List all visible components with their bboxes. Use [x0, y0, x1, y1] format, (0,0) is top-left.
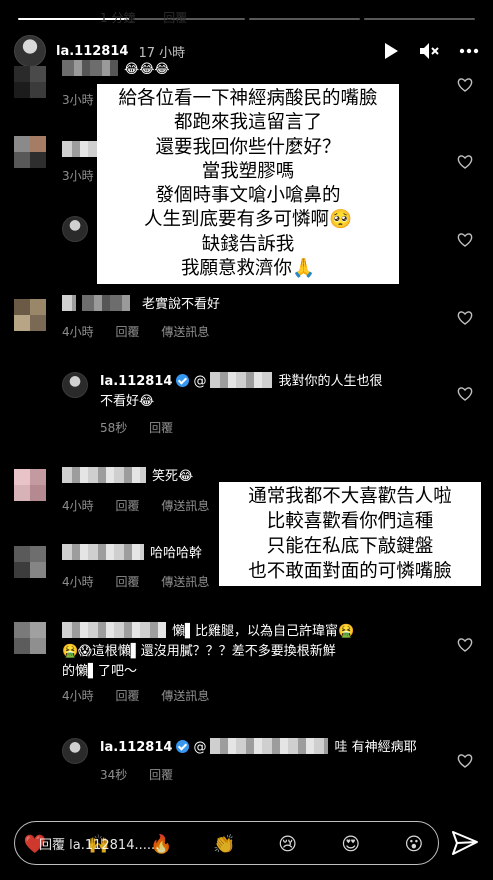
story-caption-box: 通常我都不大喜歡告人啦 比較喜歡看你們這種 只能在私底下敲鍵盤 也不敢面對面的可…: [219, 482, 481, 586]
reply-link[interactable]: 回覆: [115, 325, 139, 339]
send-icon[interactable]: [451, 830, 479, 856]
caption-line: 給各位看一下神經病酸民的嘴臉: [118, 88, 378, 109]
like-heart-icon[interactable]: [457, 638, 473, 652]
caption-line: 發個時事文嗆小嗆鼻的: [155, 185, 341, 207]
blurred-username[interactable]: [62, 622, 166, 638]
caption-line: 缺錢告訴我: [201, 233, 295, 255]
emoji-reaction[interactable]: 😍: [337, 830, 365, 858]
comment-text: 老實說不看好: [142, 297, 221, 312]
reply-link[interactable]: 回覆: [149, 421, 173, 435]
comment-item: 老實說不看好 4小時 回覆 傳送訊息: [14, 295, 479, 345]
like-heart-icon[interactable]: [457, 78, 473, 92]
reply-avatar[interactable]: [62, 372, 88, 398]
mention-tag[interactable]: @: [193, 374, 206, 389]
reply-placeholder: 回覆 la.112814......: [39, 838, 160, 853]
caption-line: 人生到底要有多可憐啊🥺: [143, 209, 353, 231]
header-controls: [383, 42, 479, 60]
progress-segment: [363, 18, 475, 20]
faded-reply: 回覆: [163, 11, 188, 25]
caption-line: 只能在私底下敲鍵盤: [266, 536, 434, 557]
blurred-avatar[interactable]: [14, 622, 46, 654]
blurred-mention[interactable]: [210, 738, 329, 754]
like-heart-icon[interactable]: [457, 233, 473, 247]
like-heart-icon[interactable]: [457, 155, 473, 169]
reply-text: 哇 有神經病耶: [334, 740, 417, 755]
reply-username[interactable]: la.112814: [100, 740, 172, 755]
reply-link[interactable]: 回覆: [149, 768, 173, 782]
send-message-link[interactable]: 傳送訊息: [161, 325, 209, 339]
comment-time: 4小時: [62, 689, 94, 703]
story-progress: [18, 18, 475, 20]
blurred-avatar[interactable]: [14, 546, 46, 578]
caption-line: 都跑來我這留言了: [173, 112, 322, 134]
send-message-link[interactable]: 傳送訊息: [161, 499, 209, 513]
blurred-username[interactable]: [82, 295, 130, 311]
like-heart-icon[interactable]: [457, 311, 473, 325]
like-heart-icon[interactable]: [457, 754, 473, 768]
caption-line: 比較喜歡看你們這種: [266, 511, 434, 532]
caption-line: 當我塑膠嗎: [201, 160, 295, 182]
blurred-username[interactable]: [62, 141, 102, 157]
mention-tag[interactable]: @: [193, 740, 206, 755]
emoji-reaction[interactable]: 👏: [210, 830, 238, 858]
reply-link[interactable]: 回覆: [115, 575, 139, 589]
faded-comment-meta: 1 分鐘 回覆: [100, 9, 211, 26]
blurred-username[interactable]: [62, 60, 118, 76]
comment-time: 34秒: [100, 768, 128, 782]
story-caption-box: 給各位看一下神經病酸民的嘴臉 都跑來我這留言了 還要我回你些什麼好？ 當我塑膠嗎…: [97, 84, 399, 285]
mute-icon[interactable]: [419, 42, 439, 60]
blurred-avatar[interactable]: [14, 66, 46, 98]
comment-time: 4小時: [62, 325, 94, 339]
caption-line: 也不敢面對面的可憐嘴臉: [248, 561, 452, 582]
emoji-reaction[interactable]: 😮: [400, 830, 428, 858]
reply-avatar[interactable]: [62, 738, 88, 764]
comment-time: 3小時: [62, 93, 94, 107]
comment-time: 3小時: [62, 169, 94, 183]
blurred-avatar[interactable]: [14, 299, 46, 331]
caption-line: 通常我都不大喜歡告人啦: [248, 486, 452, 507]
reply-text: 不看好😂: [100, 394, 155, 409]
blurred-mention[interactable]: [210, 372, 273, 388]
reply-item: la.112814 @ 哇 有神經病耶 34秒 回覆: [14, 738, 479, 788]
reply-item: la.112814 @ 我對你的人生也很 不看好😂 58秒 回覆: [14, 372, 479, 435]
like-heart-icon[interactable]: [457, 387, 473, 401]
comment-time: 4小時: [62, 575, 94, 589]
reply-link[interactable]: 回覆: [115, 689, 139, 703]
send-message-link[interactable]: 傳送訊息: [161, 689, 209, 703]
blurred-username[interactable]: [62, 295, 76, 311]
play-icon[interactable]: [383, 42, 399, 60]
comment-time: 58秒: [100, 421, 128, 435]
faded-time: 1 分鐘: [100, 11, 136, 25]
blurred-username[interactable]: [62, 544, 144, 560]
comment-text: 的懶▌了吧～: [62, 664, 137, 679]
reply-username[interactable]: la.112814: [100, 374, 172, 389]
comment-text: 哈哈哈幹: [150, 546, 203, 561]
more-options-icon[interactable]: [459, 48, 479, 54]
comment-text: 懶▌比雞腿，以為自己許瑋甯🤮: [172, 624, 355, 639]
comment-text: 😂😂😂: [124, 62, 170, 77]
comment-text: 🤮😱這根懶▌還沒用膩？？？差不多要換根新鮮: [62, 644, 336, 659]
reply-avatar[interactable]: [62, 216, 88, 242]
send-message-link[interactable]: 傳送訊息: [161, 575, 209, 589]
reply-input[interactable]: ❤️ 🙌 🔥 👏 😢 😍 😮 回覆 la.112814......: [14, 821, 439, 865]
comment-text: 笑死😂: [152, 469, 194, 484]
comment-time: 4小時: [62, 499, 94, 513]
verified-badge-icon: [176, 740, 190, 753]
comment-item: 懶▌比雞腿，以為自己許瑋甯🤮 🤮😱這根懶▌還沒用膩？？？差不多要換根新鮮 的懶▌…: [14, 622, 479, 703]
emoji-reaction[interactable]: 😢: [274, 830, 302, 858]
progress-segment: [248, 18, 360, 20]
caption-line: 我願意救濟你🙏: [180, 258, 316, 280]
story-time: 17 小時: [138, 45, 186, 61]
reply-link[interactable]: 回覆: [115, 499, 139, 513]
verified-badge-icon: [176, 374, 190, 387]
blurred-username[interactable]: [62, 467, 146, 483]
caption-line: 還要我回你些什麼好？: [155, 136, 341, 158]
story-username[interactable]: la.112814: [56, 44, 128, 59]
reply-text: 我對你的人生也很: [278, 374, 383, 389]
blurred-avatar[interactable]: [14, 469, 46, 501]
blurred-avatar[interactable]: [14, 136, 46, 168]
